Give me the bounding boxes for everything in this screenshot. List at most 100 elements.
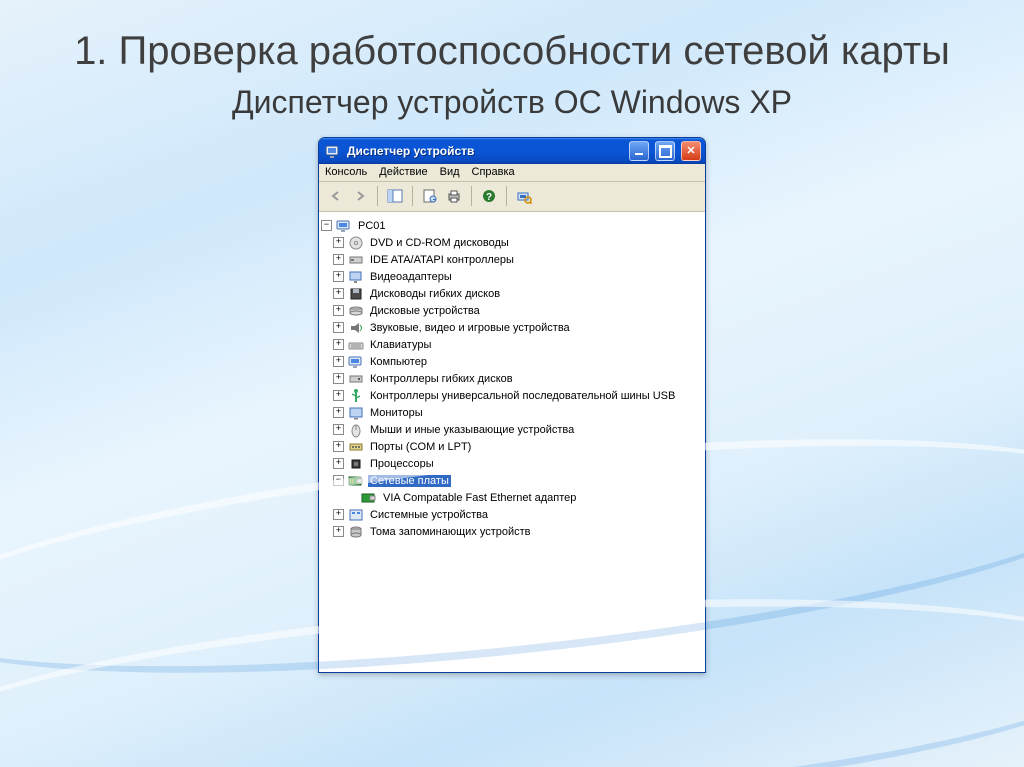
help-button[interactable]: ? — [478, 185, 500, 207]
toolbar-separator — [471, 186, 472, 206]
node-label: Клавиатуры — [368, 339, 433, 351]
expand-icon[interactable]: + — [333, 441, 344, 452]
node-label: Контроллеры гибких дисков — [368, 373, 515, 385]
node-label: Видеоадаптеры — [368, 271, 454, 283]
device-manager-window: Диспетчер устройств Консоль Действие Вид… — [318, 137, 706, 673]
properties-button[interactable] — [419, 185, 441, 207]
expand-icon[interactable]: + — [333, 305, 344, 316]
node-label: Мониторы — [368, 407, 425, 419]
tree-category[interactable]: + DVD и CD-ROM дисководы — [321, 234, 703, 251]
storage-icon — [348, 524, 364, 540]
nic-icon — [361, 490, 377, 506]
node-label: Порты (COM и LPT) — [368, 441, 473, 453]
nic-group-icon — [348, 473, 364, 489]
close-button[interactable] — [681, 141, 701, 161]
node-label: Мыши и иные указывающие устройства — [368, 424, 576, 436]
tree-category[interactable]: +Контроллеры универсальной последователь… — [321, 387, 703, 404]
node-label: Сетевые платы — [368, 475, 451, 487]
scan-hardware-button[interactable] — [513, 185, 535, 207]
tree-category[interactable]: + Порты (COM и LPT) — [321, 438, 703, 455]
expand-icon[interactable]: + — [333, 339, 344, 350]
toolbar: ? — [319, 182, 705, 212]
tree-category[interactable]: + Клавиатуры — [321, 336, 703, 353]
tree-category[interactable]: + Мыши и иные указывающие устройства — [321, 421, 703, 438]
display-icon — [348, 269, 364, 285]
slide-title: 1. Проверка работоспособности сетевой ка… — [0, 28, 1024, 74]
menubar: Консоль Действие Вид Справка — [319, 164, 705, 182]
node-label: DVD и CD-ROM дисководы — [368, 237, 511, 249]
slide-subtitle: Диспетчер устройств ОС Windows XP — [0, 84, 1024, 121]
expand-icon[interactable]: + — [333, 509, 344, 520]
tree-category-network[interactable]: − Сетевые платы — [321, 472, 703, 489]
nav-back-button[interactable] — [325, 185, 347, 207]
expand-icon[interactable]: + — [333, 526, 344, 537]
print-button[interactable] — [443, 185, 465, 207]
tree-category[interactable]: + Дисковые устройства — [321, 302, 703, 319]
keyboard-icon — [348, 337, 364, 353]
tree-category[interactable]: + Процессоры — [321, 455, 703, 472]
tree-category[interactable]: + Видеоадаптеры — [321, 268, 703, 285]
expand-icon[interactable]: + — [333, 271, 344, 282]
node-label: Тома запоминающих устройств — [368, 526, 533, 538]
node-label: VIA Compatable Fast Ethernet адаптер — [381, 492, 578, 504]
expand-icon[interactable]: + — [333, 373, 344, 384]
svg-text:?: ? — [486, 192, 492, 203]
titlebar[interactable]: Диспетчер устройств — [319, 138, 705, 164]
tree-category[interactable]: + Дисководы гибких дисков — [321, 285, 703, 302]
nav-forward-button[interactable] — [349, 185, 371, 207]
expand-icon[interactable]: + — [333, 390, 344, 401]
disk-icon — [348, 303, 364, 319]
ide-icon — [348, 252, 364, 268]
node-label: PC01 — [356, 220, 388, 232]
usb-icon — [348, 388, 364, 404]
tree-category[interactable]: + IDE ATA/ATAPI контроллеры — [321, 251, 703, 268]
mouse-icon — [348, 422, 364, 438]
toolbar-separator — [506, 186, 507, 206]
expand-icon[interactable]: + — [333, 237, 344, 248]
tree-category[interactable]: + Контроллеры гибких дисков — [321, 370, 703, 387]
node-label: Процессоры — [368, 458, 436, 470]
collapse-icon[interactable]: − — [333, 475, 344, 486]
node-label: Звуковые, видео и игровые устройства — [368, 322, 572, 334]
node-label: Компьютер — [368, 356, 429, 368]
maximize-button[interactable] — [655, 141, 675, 161]
computer-icon — [336, 218, 352, 234]
tree-category[interactable]: + Звуковые, видео и игровые устройства — [321, 319, 703, 336]
system-icon — [348, 507, 364, 523]
floppy-icon — [348, 286, 364, 302]
tree-root[interactable]: − PC01 — [321, 217, 703, 234]
expand-icon[interactable]: + — [333, 254, 344, 265]
app-icon — [325, 143, 341, 159]
tree-category[interactable]: + Мониторы — [321, 404, 703, 421]
toolbar-separator — [377, 186, 378, 206]
node-label: Системные устройства — [368, 509, 490, 521]
expand-icon[interactable]: + — [333, 356, 344, 367]
collapse-icon[interactable]: − — [321, 220, 332, 231]
floppyctrl-icon — [348, 371, 364, 387]
menu-console[interactable]: Консоль — [325, 166, 367, 178]
show-hide-tree-button[interactable] — [384, 185, 406, 207]
menu-help[interactable]: Справка — [472, 166, 515, 178]
computer-icon — [348, 354, 364, 370]
cpu-icon — [348, 456, 364, 472]
toolbar-separator — [412, 186, 413, 206]
menu-view[interactable]: Вид — [440, 166, 460, 178]
expand-icon[interactable]: + — [333, 288, 344, 299]
tree-category[interactable]: + Компьютер — [321, 353, 703, 370]
expand-icon[interactable]: + — [333, 322, 344, 333]
expand-icon[interactable]: + — [333, 424, 344, 435]
tree-category[interactable]: + Тома запоминающих устройств — [321, 523, 703, 540]
node-label: Дисковые устройства — [368, 305, 482, 317]
expand-icon[interactable]: + — [333, 458, 344, 469]
minimize-button[interactable] — [629, 141, 649, 161]
node-label: Дисководы гибких дисков — [368, 288, 502, 300]
port-icon — [348, 439, 364, 455]
tree-category[interactable]: + Системные устройства — [321, 506, 703, 523]
tree-item-nic[interactable]: VIA Compatable Fast Ethernet адаптер — [321, 489, 703, 506]
monitor-icon — [348, 405, 364, 421]
window-title: Диспетчер устройств — [347, 144, 623, 158]
node-label: IDE ATA/ATAPI контроллеры — [368, 254, 516, 266]
device-tree[interactable]: − PC01 + DVD и CD-ROM дисководы + IDE ATA/A… — [319, 212, 705, 672]
menu-action[interactable]: Действие — [379, 166, 427, 178]
expand-icon[interactable]: + — [333, 407, 344, 418]
